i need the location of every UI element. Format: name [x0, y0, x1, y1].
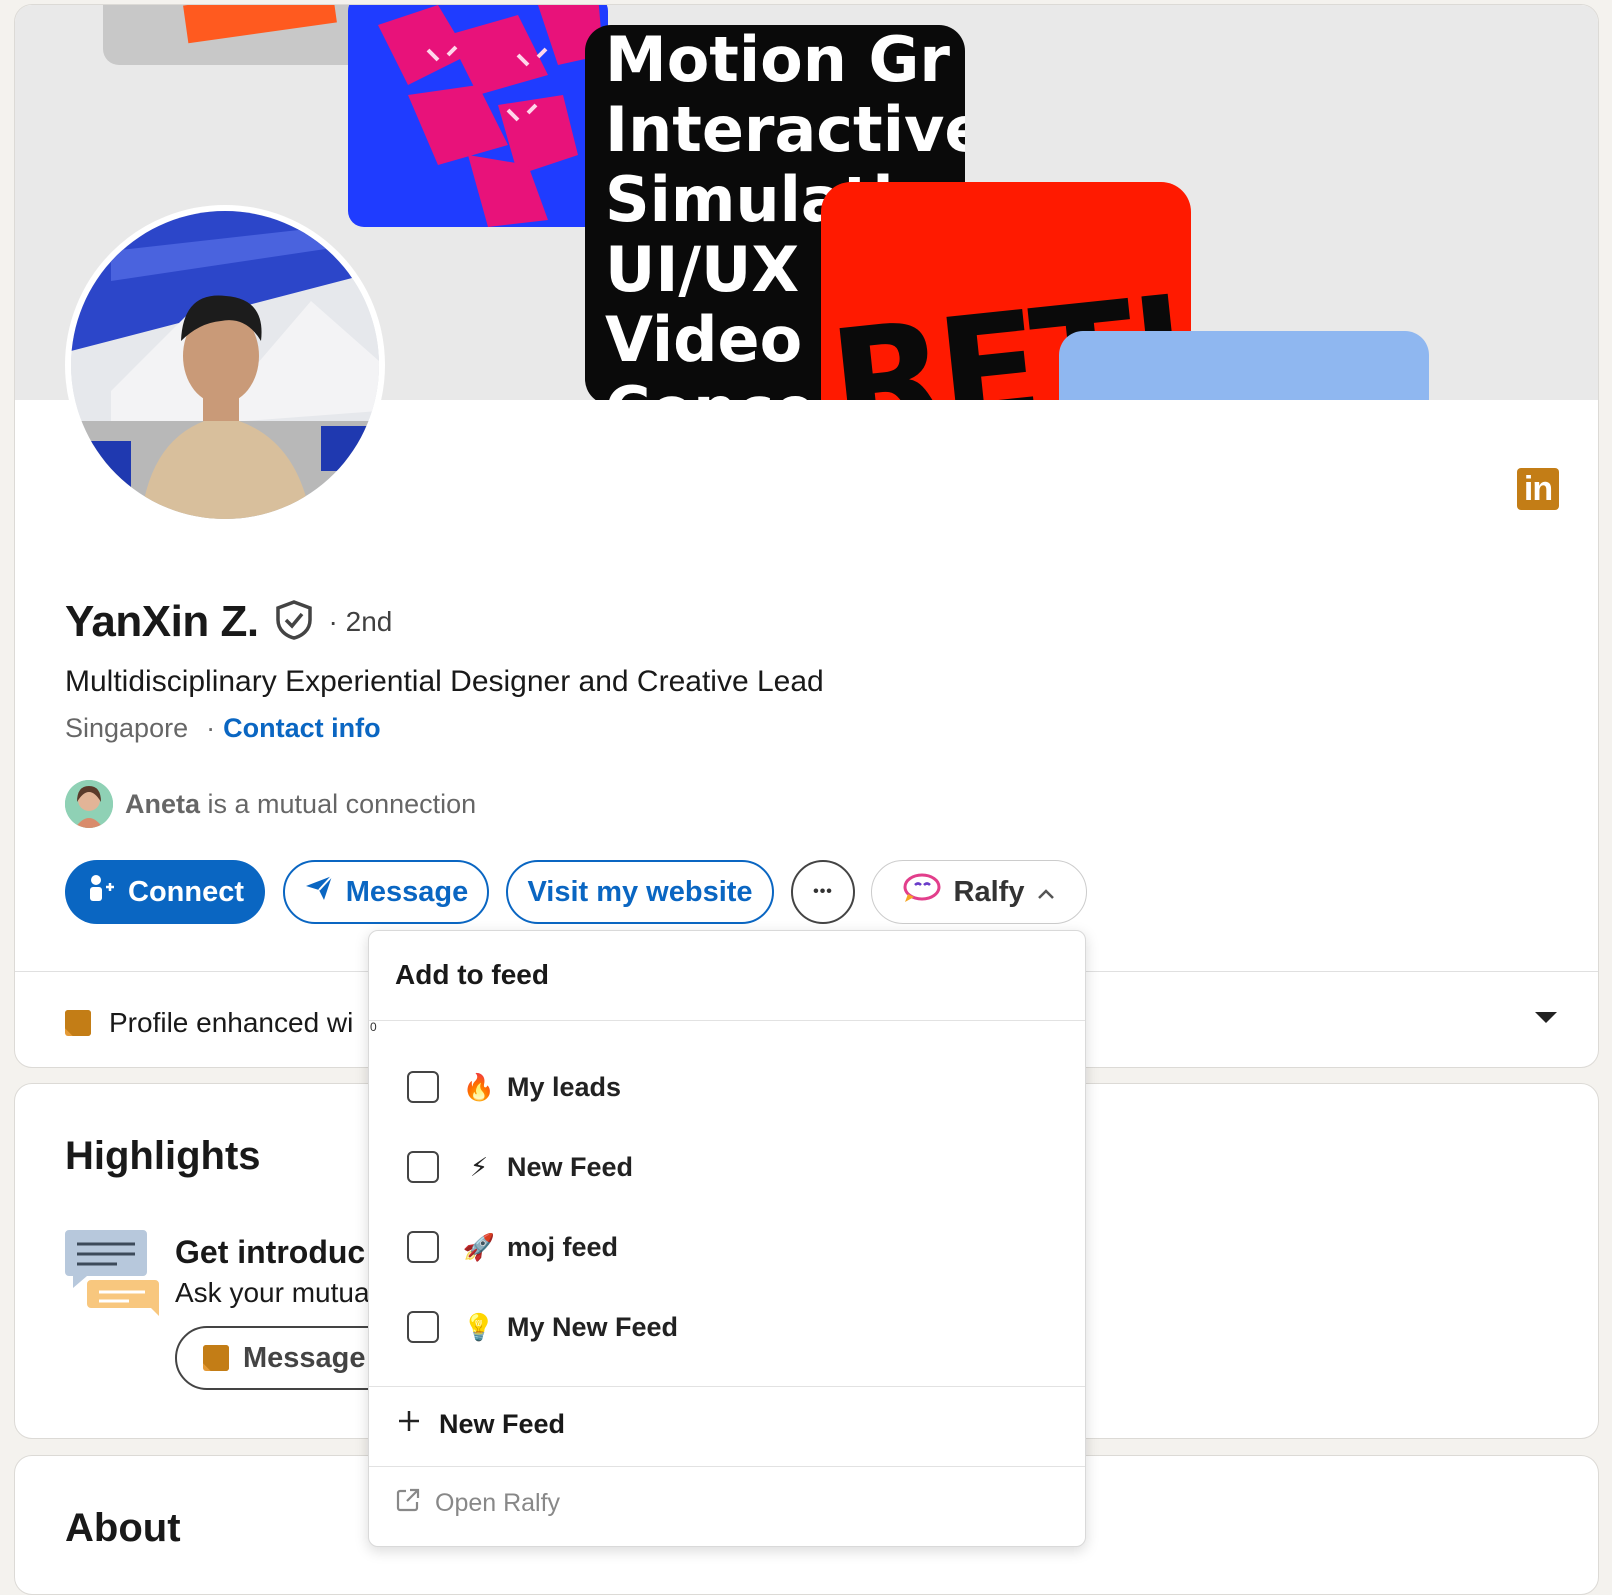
feed-checkbox[interactable] [407, 1151, 439, 1183]
feed-checkbox[interactable] [407, 1071, 439, 1103]
feed-label: moj feed [507, 1231, 619, 1262]
new-feed-label: New Feed [439, 1409, 566, 1439]
fire-icon: 🔥 [462, 1071, 496, 1102]
verified-shield-icon[interactable] [275, 599, 313, 645]
feed-option[interactable]: 🚀 moj feed [407, 1231, 618, 1263]
intro-subtitle: Ask your mutua [175, 1277, 370, 1308]
chat-bubbles-icon [65, 1224, 165, 1329]
lightbulb-icon: 💡 [462, 1311, 496, 1342]
expand-caret-icon[interactable] [1535, 1012, 1557, 1023]
chevron-up-icon [1036, 876, 1056, 909]
banner-shape [1059, 331, 1429, 400]
connection-degree: · 2nd [328, 606, 393, 637]
send-icon [304, 874, 334, 910]
visit-website-button[interactable]: Visit my website [506, 860, 774, 924]
ralfy-label: Ralfy [953, 875, 1025, 908]
open-ralfy-label: Open Ralfy [435, 1489, 561, 1517]
profile-name: YanXin Z. [65, 597, 259, 646]
mutual-text: is a mutual connection [207, 788, 477, 819]
banner-pink-cubes [378, 5, 603, 227]
feed-label: New Feed [507, 1151, 634, 1182]
ralfy-logo-icon [902, 872, 942, 912]
more-actions-button[interactable]: ••• [791, 860, 855, 924]
profile-enhanced-label: Profile enhanced wi [109, 1007, 354, 1038]
ralfy-badge-icon [65, 1010, 91, 1036]
banner-shape [348, 5, 608, 227]
profile-location: Singapore [65, 713, 189, 743]
mutual-avatar [65, 780, 113, 828]
about-title: About [65, 1506, 181, 1550]
message-label: Message [345, 875, 469, 908]
mutual-name: Aneta [125, 788, 201, 819]
intro-title: Get introduc [175, 1234, 366, 1270]
profile-enhanced-row[interactable]: Profile enhanced wi [65, 1007, 353, 1039]
message-button[interactable]: Message [283, 860, 489, 924]
avatar-photo [71, 211, 379, 519]
contact-info-link[interactable]: Contact info [223, 713, 380, 744]
feed-option[interactable]: 💡 My New Feed [407, 1311, 678, 1343]
add-to-feed-dropdown: Add to feed 🔥 My leads ⚡ New Feed 🚀 moj … [368, 930, 1086, 1547]
profile-avatar[interactable] [65, 205, 385, 525]
location-separator: · [206, 713, 216, 743]
intro-message-label: Message [243, 1341, 366, 1374]
location-row: Singapore · Contact info [65, 713, 381, 744]
name-row: YanXin Z. · 2nd [65, 597, 392, 647]
feed-option[interactable]: 🔥 My leads [407, 1071, 621, 1103]
highlights-title: Highlights [65, 1134, 261, 1178]
add-person-icon [86, 873, 116, 911]
feed-label: My New Feed [507, 1311, 679, 1342]
banner-line: Motion Gr [605, 25, 950, 96]
connect-label: Connect [128, 875, 244, 908]
dropdown-divider [369, 1466, 1085, 1467]
connect-button[interactable]: Connect [65, 860, 265, 924]
ralfy-button[interactable]: Ralfy [871, 860, 1087, 924]
profile-headline: Multidisciplinary Experiential Designer … [65, 665, 824, 698]
feed-checkbox[interactable] [407, 1311, 439, 1343]
stray-glyph: 0 [370, 1020, 377, 1034]
linkedin-icon[interactable]: in [1517, 468, 1559, 510]
dropdown-divider [369, 1386, 1085, 1387]
feed-checkbox[interactable] [407, 1231, 439, 1263]
feed-label: My leads [507, 1071, 622, 1102]
profile-card: Motion Gr Interactive Simulation UI/UX V… [14, 4, 1599, 1068]
plus-icon [397, 1409, 421, 1440]
feed-option[interactable]: ⚡ New Feed [407, 1151, 633, 1183]
open-ralfy-link[interactable]: Open Ralfy [395, 1487, 560, 1520]
new-feed-button[interactable]: New Feed [397, 1409, 565, 1440]
dropdown-header: Add to feed [369, 931, 1085, 1021]
ralfy-badge-icon [203, 1345, 229, 1371]
mutual-connection-row[interactable]: Aneta is a mutual connection [65, 780, 476, 828]
banner-line: Interactive [605, 93, 965, 166]
external-link-icon [395, 1487, 421, 1520]
lightning-icon: ⚡ [469, 1151, 489, 1182]
rocket-icon: 🚀 [462, 1231, 496, 1262]
